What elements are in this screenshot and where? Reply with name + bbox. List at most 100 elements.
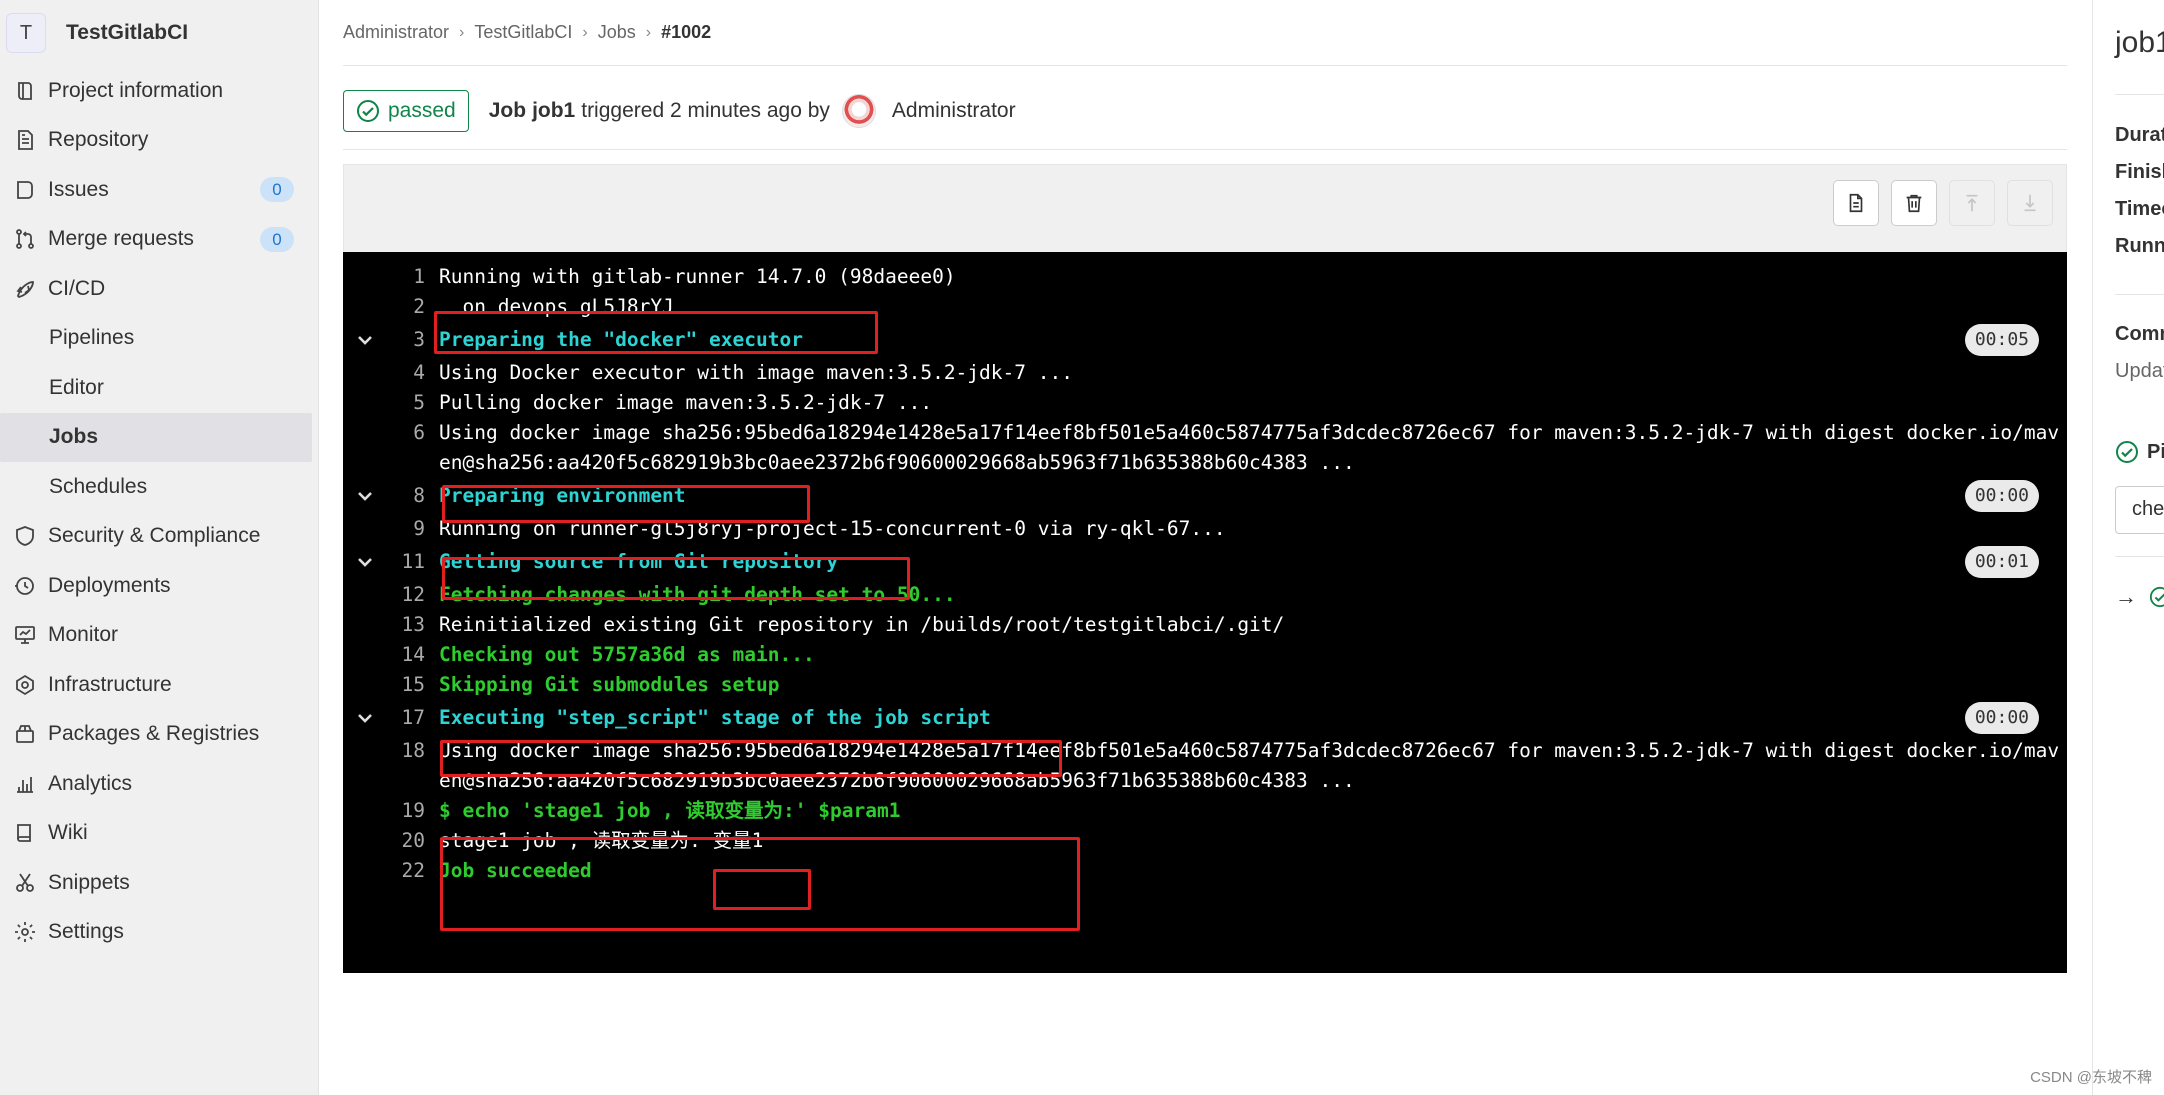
breadcrumb: Administrator › TestGitlabCI › Jobs › #1… (343, 0, 2067, 66)
section-duration-badge: 00:00 (1964, 480, 2039, 512)
sidebar-item-pipelines[interactable]: Pipelines (0, 314, 318, 364)
log-gutter (343, 856, 387, 886)
status-badge[interactable]: passed (343, 89, 469, 132)
log-text: Running with gitlab-runner 14.7.0 (98dae… (439, 265, 956, 288)
line-number[interactable]: 8 (387, 478, 439, 514)
sidebar-item-jobs[interactable]: Jobs (0, 412, 312, 462)
log-gutter (343, 826, 387, 856)
book-icon (12, 820, 38, 846)
project-information-icon (12, 78, 38, 104)
line-number[interactable]: 14 (387, 640, 439, 670)
line-number[interactable]: 18 (387, 736, 439, 766)
log-line: 18 Using docker image sha256:95bed6a18294… (343, 736, 2067, 796)
scroll-bottom-button[interactable] (2007, 180, 2053, 226)
sidebar-item-label: Security & Compliance (48, 524, 261, 548)
sidebar-item-label: Wiki (48, 821, 88, 845)
breadcrumb-administrator[interactable]: Administrator (343, 22, 449, 43)
chevron-down-icon[interactable] (343, 544, 387, 580)
user-name-link[interactable]: Administrator (892, 99, 1016, 123)
line-number[interactable]: 20 (387, 826, 439, 856)
chevron-down-icon[interactable] (343, 478, 387, 514)
job-prefix: Job (488, 98, 527, 122)
breadcrumb-project[interactable]: TestGitlabCI (474, 22, 572, 43)
sidebar-item-issues[interactable]: Issues 0 (0, 165, 318, 215)
log-section-header[interactable]: 8 Preparing environment 00:00 (343, 478, 2067, 514)
gear-icon (12, 919, 38, 945)
line-number[interactable]: 13 (387, 610, 439, 640)
timeout-label: Timeout (2115, 198, 2164, 220)
sidebar-item-repository[interactable]: Repository (0, 116, 318, 166)
line-number[interactable]: 3 (387, 322, 439, 358)
log-line: 1 Running with gitlab-runner 14.7.0 (98da… (343, 262, 2067, 292)
log-section-header[interactable]: 17 Executing "step_script" stage of the j… (343, 700, 2067, 736)
main-content: Administrator › TestGitlabCI › Jobs › #1… (343, 0, 2067, 973)
line-number[interactable]: 22 (387, 856, 439, 886)
line-number[interactable]: 19 (387, 796, 439, 826)
project-avatar: T (6, 13, 46, 53)
snippet-icon (12, 870, 38, 896)
sidebar-item-schedules[interactable]: Schedules (0, 462, 318, 512)
commit-title[interactable]: Update (2115, 360, 2164, 383)
line-number[interactable]: 17 (387, 700, 439, 736)
line-number[interactable]: 4 (387, 358, 439, 388)
user-avatar[interactable] (841, 93, 876, 128)
chevron-down-icon[interactable] (343, 322, 387, 358)
line-number[interactable]: 5 (387, 388, 439, 418)
rocket-icon (12, 276, 38, 302)
log-text: Skipping Git submodules setup (439, 673, 780, 696)
divider (2115, 294, 2164, 295)
pipeline-label[interactable]: Pipeline (2147, 441, 2164, 464)
chevron-right-icon: › (582, 23, 588, 41)
line-number[interactable]: 1 (387, 262, 439, 292)
project-name[interactable]: TestGitlabCI (66, 21, 188, 45)
line-number[interactable]: 9 (387, 514, 439, 544)
job-list-row[interactable]: → (2115, 584, 2164, 610)
project-header[interactable]: T TestGitlabCI (0, 0, 318, 66)
status-success-icon (2149, 586, 2164, 608)
log-line: 22 Job succeeded (343, 856, 2067, 886)
sidebar-item-snippets[interactable]: Snippets (0, 858, 318, 908)
line-number[interactable]: 15 (387, 670, 439, 700)
line-number[interactable]: 2 (387, 292, 439, 322)
log-line: 14 Checking out 5757a36d as main... (343, 640, 2067, 670)
erase-log-button[interactable] (1891, 180, 1937, 226)
breadcrumb-jobs[interactable]: Jobs (598, 22, 636, 43)
log-text: Fetching changes with git depth set to 5… (439, 583, 956, 606)
line-number[interactable]: 11 (387, 544, 439, 580)
log-gutter (343, 580, 387, 610)
log-section-header[interactable]: 3 Preparing the "docker" executor 00:05 (343, 322, 2067, 358)
line-number[interactable]: 6 (387, 418, 439, 448)
sidebar-item-editor[interactable]: Editor (0, 363, 318, 413)
sidebar-item-merge-requests[interactable]: Merge requests 0 (0, 215, 318, 265)
breadcrumb-current[interactable]: #1002 (661, 22, 711, 43)
log-gutter (343, 388, 387, 418)
trash-icon (1906, 194, 1922, 213)
log-gutter (343, 292, 387, 322)
sidebar-item-wiki[interactable]: Wiki (0, 809, 318, 859)
sidebar-item-analytics[interactable]: Analytics (0, 759, 318, 809)
sidebar-item-infrastructure[interactable]: Infrastructure (0, 660, 318, 710)
sidebar-item-settings[interactable]: Settings (0, 908, 318, 958)
line-number[interactable]: 12 (387, 580, 439, 610)
log-text: Preparing environment (439, 484, 686, 507)
stage-select[interactable]: check (2115, 486, 2164, 534)
log-line: 2 on devops gL5J8rYJ (343, 292, 2067, 322)
sidebar-item-monitor[interactable]: Monitor (0, 611, 318, 661)
log-gutter (343, 418, 387, 448)
sidebar-item-deployments[interactable]: Deployments (0, 561, 318, 611)
show-raw-button[interactable] (1833, 180, 1879, 226)
chart-icon (12, 771, 38, 797)
sidebar-item-ci-cd[interactable]: CI/CD (0, 264, 318, 314)
log-section-header[interactable]: 11 Getting source from Git repository 00:0… (343, 544, 2067, 580)
section-duration-badge: 00:00 (1964, 702, 2039, 734)
log-text: Reinitialized existing Git repository in… (439, 613, 1285, 636)
sidebar-item-label: Schedules (49, 474, 148, 498)
job-sidebar-title: job1 (2115, 26, 2164, 59)
scroll-top-button[interactable] (1949, 180, 1995, 226)
log-text: Using Docker executor with image maven:3… (439, 361, 1073, 384)
sidebar-item-label: Analytics (48, 771, 133, 795)
chevron-down-icon[interactable] (343, 700, 387, 736)
sidebar-item-project-information[interactable]: Project information (0, 66, 318, 116)
sidebar-item-packages-registries[interactable]: Packages & Registries (0, 710, 318, 760)
sidebar-item-security-compliance[interactable]: Security & Compliance (0, 512, 318, 562)
